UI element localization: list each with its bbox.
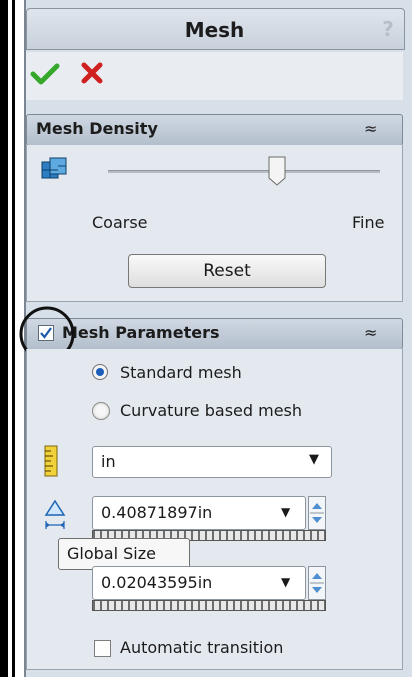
collapse-icon[interactable]: ≈ [364, 119, 377, 138]
collapse-icon[interactable]: ≈ [364, 323, 377, 342]
global-size-value: 0.40871897in [101, 503, 213, 522]
mesh-density-icon [41, 157, 67, 179]
left-divider-line [12, 0, 15, 677]
automatic-transition-checkbox[interactable] [94, 640, 111, 657]
coarse-label: Coarse [92, 213, 148, 232]
checkmark-icon[interactable] [30, 62, 60, 86]
unit-value: in [101, 452, 116, 471]
density-slider-thumb[interactable] [268, 156, 286, 186]
chevron-down-icon[interactable]: ▼ [281, 505, 290, 519]
tolerance-value: 0.02043595in [101, 573, 213, 592]
standard-mesh-label: Standard mesh [120, 363, 242, 382]
global-size-spinner[interactable] [308, 496, 326, 530]
mesh-parameters-title: Mesh Parameters [62, 323, 220, 342]
ruler-icon [44, 445, 58, 477]
reset-button[interactable]: Reset [128, 254, 326, 288]
tolerance-slider[interactable] [92, 600, 326, 611]
standard-mesh-radio[interactable] [92, 364, 108, 380]
fine-label: Fine [352, 213, 385, 232]
left-divider-bar [0, 0, 8, 677]
tolerance-spinner[interactable] [308, 566, 326, 600]
panel-title: Mesh [184, 18, 245, 42]
help-button[interactable]: ? [378, 17, 398, 41]
global-size-input[interactable]: 0.40871897in ▼ [92, 496, 306, 530]
close-icon[interactable] [80, 61, 104, 85]
density-slider-track[interactable] [108, 170, 380, 173]
curvature-mesh-radio[interactable] [92, 402, 110, 420]
tooltip-text: Global Size [67, 544, 156, 563]
automatic-transition-label: Automatic transition [120, 638, 284, 657]
chevron-down-icon[interactable]: ▼ [281, 575, 290, 589]
global-size-icon [44, 499, 66, 529]
chevron-down-icon: ▼ [309, 452, 319, 467]
tolerance-input[interactable]: 0.02043595in ▼ [92, 566, 306, 600]
curvature-mesh-label: Curvature based mesh [120, 401, 303, 420]
unit-select[interactable]: in ▼ [92, 446, 332, 478]
mesh-density-title: Mesh Density [36, 119, 158, 138]
